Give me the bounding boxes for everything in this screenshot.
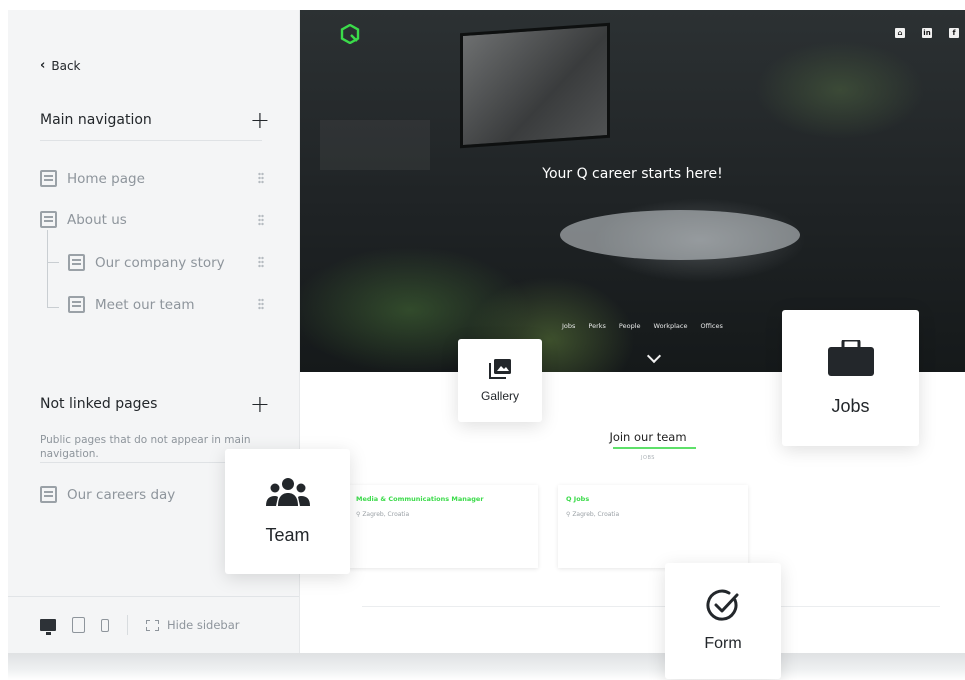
sidebar-item-home-page[interactable]: Home page: [40, 170, 145, 187]
job-title: Media & Communications Manager: [356, 495, 484, 503]
desktop-view-icon[interactable]: [40, 619, 56, 635]
hero-nav-jobs[interactable]: Jobs: [562, 322, 575, 330]
chevron-down-icon[interactable]: [646, 348, 662, 364]
social-links: ⌂ in f: [895, 28, 959, 38]
hero-photo-tv: [460, 22, 610, 149]
gallery-icon: [489, 358, 511, 379]
team-label: Team: [265, 525, 310, 545]
tree-line: [47, 230, 48, 308]
form-block-card[interactable]: Form: [665, 563, 781, 679]
job-title: Q Jobs: [566, 495, 590, 503]
hide-sidebar-button[interactable]: Hide sidebar: [146, 618, 240, 632]
join-subtitle: JOBS: [641, 455, 655, 461]
sidebar-item-label: Our careers day: [67, 486, 176, 503]
gallery-label: Gallery: [480, 388, 519, 403]
drag-handle-icon[interactable]: [258, 298, 264, 310]
sidebar-item-our-company-story[interactable]: Our company story: [68, 254, 225, 271]
jobs-block-card[interactable]: Jobs: [782, 310, 919, 446]
sidebar-item-label: Meet our team: [95, 296, 195, 313]
back-button[interactable]: ‹ Back: [40, 58, 81, 73]
hero-title: Your Q career starts here!: [542, 166, 723, 182]
job-location: ⚲ Zagreb, Croatia: [566, 511, 620, 518]
home-icon[interactable]: ⌂: [895, 28, 905, 38]
hero-nav-perks[interactable]: Perks: [588, 322, 606, 330]
hide-sidebar-label: Hide sidebar: [167, 618, 240, 632]
add-main-nav-page-button[interactable]: +: [250, 108, 270, 132]
not-linked-pages-header: Not linked pages +: [40, 392, 270, 416]
form-label: Form: [704, 635, 742, 652]
gallery-block-card[interactable]: Gallery: [458, 339, 542, 422]
hero-nav-people[interactable]: People: [619, 322, 641, 330]
page-icon: [68, 254, 85, 271]
briefcase-icon: [827, 339, 874, 376]
sidebar-item-label: Home page: [67, 170, 145, 187]
job-location-text: Zagreb, Croatia: [572, 511, 620, 518]
hero-photo-whiteboard: [320, 120, 430, 170]
drag-handle-icon[interactable]: [258, 214, 264, 226]
sidebar-item-about-us[interactable]: About us: [40, 211, 127, 228]
mobile-view-icon[interactable]: [101, 618, 109, 632]
page-icon: [40, 486, 57, 503]
hero-nav-offices[interactable]: Offices: [700, 322, 722, 330]
divider: [127, 615, 128, 635]
hero-photo-table: [560, 210, 800, 260]
page-icon: [68, 296, 85, 313]
job-location: ⚲ Zagreb, Croatia: [356, 511, 410, 518]
divider: [40, 140, 262, 141]
page-icon: [40, 170, 57, 187]
tablet-view-icon[interactable]: [72, 617, 85, 633]
add-not-linked-page-button[interactable]: +: [250, 392, 270, 416]
drag-handle-icon[interactable]: [258, 172, 264, 184]
jobs-label: Jobs: [831, 395, 870, 416]
sidebar-footer: Hide sidebar: [8, 596, 299, 653]
check-circle-icon: [706, 589, 739, 621]
page-icon: [40, 211, 57, 228]
q-logo-icon[interactable]: [340, 24, 360, 44]
team-icon: [265, 478, 310, 506]
heading-underline: [613, 447, 696, 449]
divider: [362, 606, 940, 607]
main-navigation-title: Main navigation: [40, 112, 152, 128]
canvas-shadow: [8, 653, 965, 680]
fullscreen-icon: [146, 619, 159, 631]
join-our-team-heading: Join our team: [609, 430, 687, 444]
main-navigation-header: Main navigation +: [40, 108, 270, 132]
job-card[interactable]: Q Jobs ⚲ Zagreb, Croatia: [558, 485, 748, 568]
job-card[interactable]: Media & Communications Manager ⚲ Zagreb,…: [348, 485, 538, 568]
sidebar-item-our-careers-day[interactable]: Our careers day: [40, 486, 175, 503]
sidebar-item-label: Our company story: [95, 254, 225, 271]
linkedin-icon[interactable]: in: [922, 28, 932, 38]
team-block-card[interactable]: Team: [225, 449, 350, 574]
chevron-left-icon: ‹: [40, 58, 46, 73]
tree-line: [47, 262, 59, 263]
job-location-text: Zagreb, Croatia: [362, 511, 410, 518]
hero-navigation: Jobs Perks People Workplace Offices: [562, 322, 723, 330]
sidebar-item-meet-our-team[interactable]: Meet our team: [68, 296, 195, 313]
hero-nav-workplace[interactable]: Workplace: [654, 322, 688, 330]
back-label: Back: [51, 58, 81, 73]
facebook-icon[interactable]: f: [949, 28, 959, 38]
drag-handle-icon[interactable]: [258, 256, 264, 268]
tree-line: [47, 307, 59, 308]
not-linked-pages-title: Not linked pages: [40, 396, 158, 412]
sidebar-item-label: About us: [67, 211, 127, 228]
not-linked-description: Public pages that do not appear in main …: [40, 434, 251, 460]
